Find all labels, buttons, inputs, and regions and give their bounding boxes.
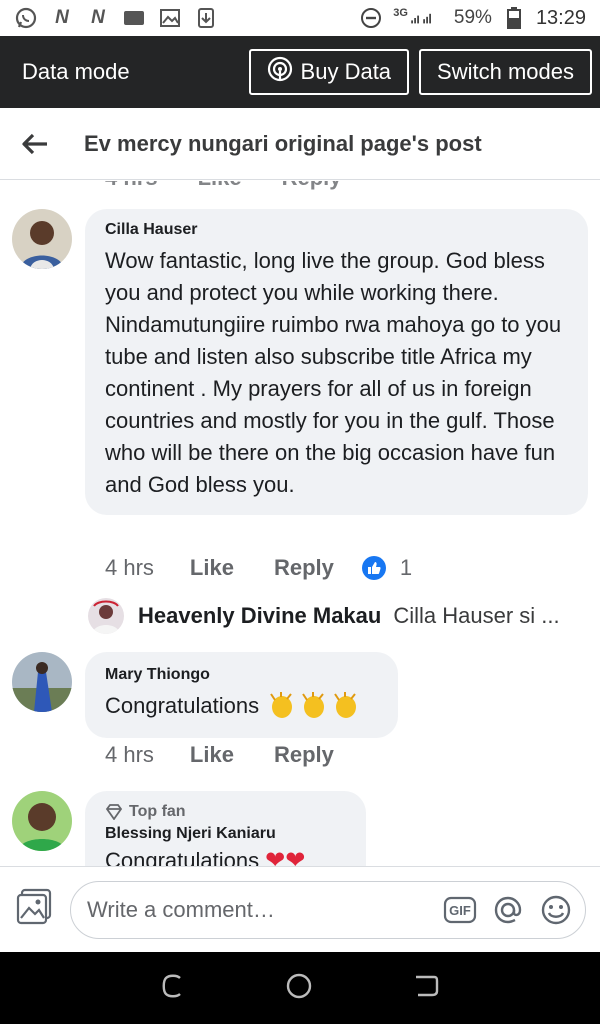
comment-actions: 4 hrs Like Reply bbox=[105, 742, 374, 768]
comment-text-row: Congratulations bbox=[105, 690, 378, 722]
page-title: Ev mercy nungari original page's post bbox=[84, 130, 482, 156]
ghost-reply: Reply bbox=[282, 181, 342, 191]
comment-placeholder: Write a comment… bbox=[87, 896, 275, 922]
download-icon bbox=[194, 6, 218, 30]
comment-text: Congratulations bbox=[105, 848, 260, 866]
comment-item: Cilla Hauser Wow fantastic, long live th… bbox=[12, 209, 588, 515]
photo-icon[interactable] bbox=[16, 888, 54, 931]
avatar[interactable] bbox=[88, 598, 124, 634]
post-header: Ev mercy nungari original page's post bbox=[0, 108, 600, 180]
card-icon bbox=[122, 6, 146, 30]
clapping-hands-icon bbox=[267, 692, 361, 720]
buy-data-label: Buy Data bbox=[300, 59, 392, 84]
signal-icon bbox=[410, 6, 434, 30]
previous-actions-row: 4 hrs Like Reply bbox=[105, 181, 342, 191]
comment-author[interactable]: Cilla Hauser bbox=[105, 221, 568, 239]
switch-modes-label: Switch modes bbox=[437, 59, 574, 84]
dnd-icon bbox=[359, 6, 383, 30]
avatar[interactable] bbox=[12, 791, 72, 851]
battery-icon bbox=[502, 6, 526, 30]
back-button[interactable] bbox=[0, 132, 70, 156]
reply-button[interactable]: Reply bbox=[274, 742, 334, 768]
broadcast-icon bbox=[267, 56, 293, 88]
data-mode-bar: Data mode Buy Data Switch modes bbox=[0, 36, 600, 108]
switch-modes-button[interactable]: Switch modes bbox=[419, 49, 592, 95]
diamond-icon bbox=[105, 804, 123, 820]
hearts-icon: ❤❤ bbox=[265, 847, 306, 866]
comment-text: Wow fantastic, long live the group. God … bbox=[105, 248, 562, 497]
comment-composer: Write a comment… GIF bbox=[0, 866, 600, 952]
buy-data-button[interactable]: Buy Data bbox=[248, 49, 410, 95]
arrow-left-icon bbox=[22, 133, 47, 154]
reply-preview[interactable]: Heavenly Divine Makau Cilla Hauser si ..… bbox=[88, 598, 560, 634]
mention-icon[interactable] bbox=[491, 893, 525, 927]
reply-button[interactable]: Reply bbox=[274, 555, 334, 581]
data-mode-label: Data mode bbox=[22, 59, 130, 84]
ghost-like: Like bbox=[198, 181, 242, 191]
like-button[interactable]: Like bbox=[190, 742, 234, 768]
home-icon[interactable] bbox=[285, 972, 313, 1005]
notification-n-icon: N bbox=[55, 7, 69, 28]
reaction-count[interactable]: 1 bbox=[400, 555, 412, 581]
clock: 13:29 bbox=[535, 6, 586, 29]
comment-text: Congratulations bbox=[105, 693, 260, 718]
ghost-time: 4 hrs bbox=[105, 181, 158, 191]
comment-text-row: Congratulations ❤❤ bbox=[105, 845, 346, 866]
reply-text: Cilla Hauser si ... bbox=[393, 603, 560, 628]
comment-actions: 4 hrs Like Reply 1 bbox=[105, 555, 412, 581]
comment-bubble[interactable]: Cilla Hauser Wow fantastic, long live th… bbox=[85, 209, 588, 515]
comment-bubble[interactable]: Top fan Blessing Njeri Kaniaru Congratul… bbox=[85, 791, 366, 866]
gif-icon[interactable]: GIF bbox=[443, 893, 477, 927]
comment-author[interactable]: Blessing Njeri Kaniaru bbox=[105, 825, 346, 843]
network-label: 3G bbox=[393, 7, 408, 19]
image-icon bbox=[158, 6, 182, 30]
avatar[interactable] bbox=[12, 209, 72, 269]
top-fan-badge: Top fan bbox=[105, 803, 346, 821]
status-bar: N N 3G 59% 13:29 bbox=[0, 0, 600, 36]
comment-time: 4 hrs bbox=[105, 555, 154, 580]
comments-feed[interactable]: 4 hrs Like Reply Cilla Hauser Wow fantas… bbox=[0, 181, 600, 866]
top-fan-label: Top fan bbox=[129, 803, 186, 820]
avatar[interactable] bbox=[12, 652, 72, 712]
comment-item: Top fan Blessing Njeri Kaniaru Congratul… bbox=[12, 791, 366, 866]
emoji-icon[interactable] bbox=[539, 893, 573, 927]
system-navigation-bar bbox=[0, 952, 600, 1024]
thumbs-up-icon bbox=[361, 556, 386, 580]
whatsapp-icon bbox=[14, 6, 38, 30]
recents-icon[interactable] bbox=[160, 973, 186, 1004]
reply-author[interactable]: Heavenly Divine Makau bbox=[138, 603, 381, 629]
comment-time: 4 hrs bbox=[105, 742, 154, 767]
comment-input[interactable]: Write a comment… GIF bbox=[70, 880, 586, 939]
comment-author[interactable]: Mary Thiongo bbox=[105, 666, 378, 684]
notification-n-icon: N bbox=[91, 7, 105, 28]
comment-item: Mary Thiongo Congratulations bbox=[12, 652, 398, 738]
comment-bubble[interactable]: Mary Thiongo Congratulations bbox=[85, 652, 398, 738]
back-nav-icon[interactable] bbox=[412, 973, 440, 1004]
battery-percent: 59% bbox=[453, 7, 492, 28]
gif-label: GIF bbox=[449, 903, 471, 918]
like-button[interactable]: Like bbox=[190, 555, 234, 581]
